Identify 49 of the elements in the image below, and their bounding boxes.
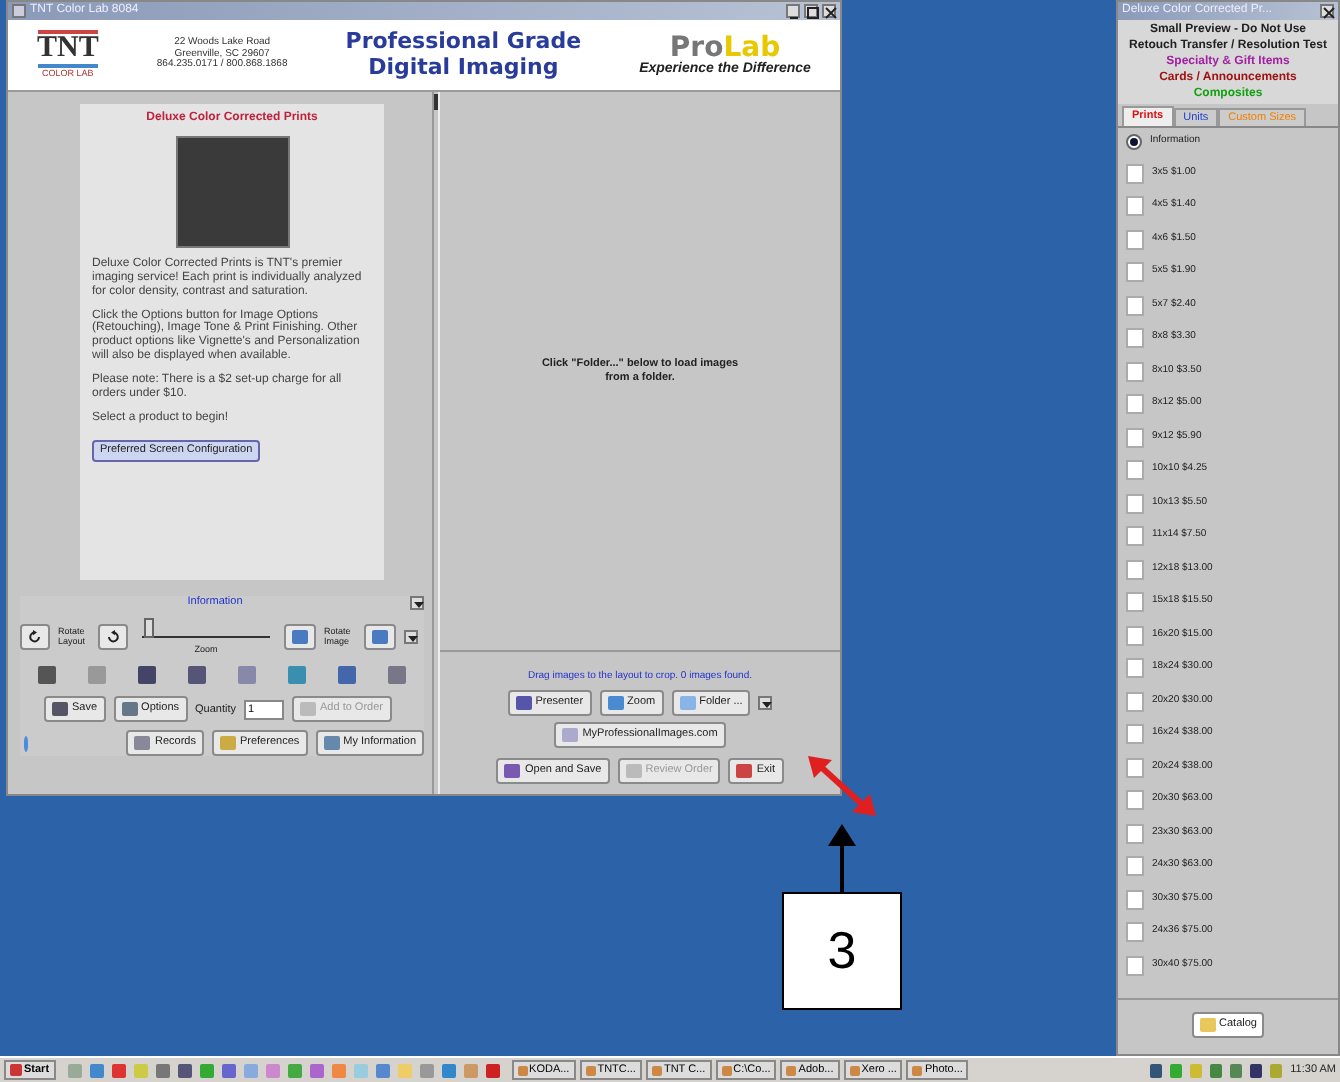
- logo-text: TNT: [37, 30, 99, 69]
- checkbox[interactable]: [1126, 427, 1144, 448]
- checkbox[interactable]: [1126, 658, 1144, 679]
- photo-placeholder: [175, 135, 289, 248]
- checkbox[interactable]: [1126, 196, 1144, 217]
- rotate-icon: [106, 629, 120, 644]
- maximize-button[interactable]: [804, 4, 818, 18]
- checkbox[interactable]: [1126, 889, 1144, 910]
- zoom-slider-thumb[interactable]: [144, 618, 155, 638]
- radio-button[interactable]: [1126, 134, 1142, 151]
- rotate-icon: [28, 629, 42, 644]
- checkbox[interactable]: [1126, 328, 1144, 349]
- brand-logo-text: ProLab: [669, 34, 781, 62]
- checkbox[interactable]: [1126, 229, 1144, 250]
- resize-arrow-drawing: [808, 756, 876, 816]
- checkbox[interactable]: [1126, 460, 1144, 481]
- checkbox[interactable]: [1126, 691, 1144, 712]
- pointer-arrow-drawing: [828, 824, 856, 892]
- close-button[interactable]: [822, 4, 836, 18]
- splitter-handle[interactable]: [434, 94, 438, 110]
- image-button[interactable]: [364, 623, 396, 650]
- checkbox[interactable]: [1126, 559, 1144, 580]
- close-button[interactable]: [1320, 4, 1334, 18]
- checkbox[interactable]: [1126, 394, 1144, 415]
- headline-text: Digital Imaging: [368, 55, 559, 81]
- checkbox[interactable]: [1126, 856, 1144, 877]
- checkbox[interactable]: [1126, 724, 1144, 745]
- checkbox[interactable]: [1126, 493, 1144, 514]
- checkbox[interactable]: [1126, 526, 1144, 547]
- dropdown-button[interactable]: [410, 596, 424, 610]
- headline-text: Professional Grade: [345, 29, 582, 55]
- checkbox[interactable]: [1126, 823, 1144, 844]
- checkbox[interactable]: [1126, 295, 1144, 316]
- checkbox[interactable]: [1126, 790, 1144, 811]
- checkbox[interactable]: [1126, 757, 1144, 778]
- checkbox[interactable]: [1126, 361, 1144, 382]
- checkbox[interactable]: [1126, 625, 1144, 646]
- minimize-button[interactable]: [786, 4, 800, 18]
- image-button[interactable]: [284, 623, 316, 650]
- dropdown-button[interactable]: [758, 695, 773, 710]
- rotate-button[interactable]: [98, 623, 128, 650]
- callout-number: 3: [782, 892, 902, 1010]
- checkbox[interactable]: [1126, 163, 1144, 184]
- dropdown-button[interactable]: [404, 629, 418, 644]
- checkbox[interactable]: [1126, 592, 1144, 613]
- checkbox[interactable]: [1126, 922, 1144, 943]
- checkbox[interactable]: [1126, 955, 1144, 976]
- checkbox[interactable]: [1126, 262, 1144, 283]
- rotate-button[interactable]: [20, 623, 50, 650]
